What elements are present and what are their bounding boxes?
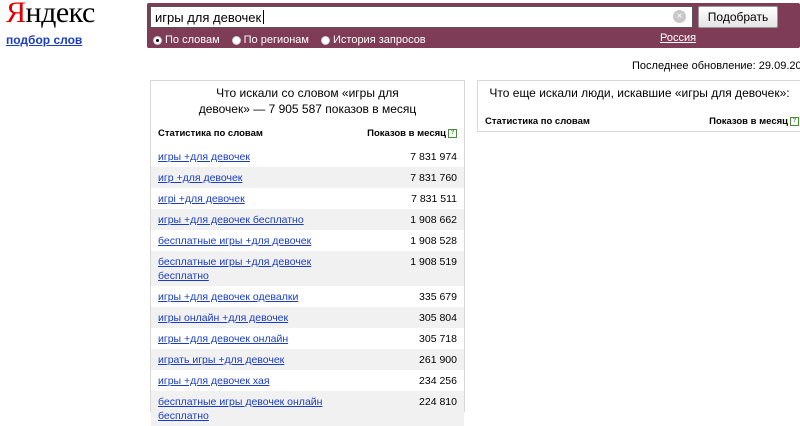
keyword-link[interactable]: играть игры +для девочек	[158, 353, 338, 367]
region-link[interactable]: Россия	[660, 32, 696, 44]
keyword-link[interactable]: игр +для девочек	[158, 171, 338, 185]
table-row: бесплатные игры +для девочек 1 908 528	[151, 230, 464, 251]
logo-first-letter: Я	[6, 0, 26, 29]
search-input[interactable]	[151, 7, 669, 27]
keyword-link[interactable]: бесплатные игры девочек онлайн бесплатно	[158, 395, 338, 423]
impressions-count: 1 908 519	[410, 256, 457, 268]
keyword-link[interactable]: игрі +для девочек	[158, 192, 338, 206]
text-cursor	[263, 10, 264, 24]
panel-title-line: девочек» — 7 905 587 показов в месяц	[198, 102, 417, 116]
yandex-logo[interactable]: Яндекс	[6, 0, 95, 30]
radio-by-regions[interactable]: По регионам	[231, 34, 309, 46]
panel-title: Что искали со словом «игры для девочек» …	[151, 81, 464, 117]
impressions-count: 261 900	[419, 354, 457, 366]
table-row: бесплатные игры девочек онлайн бесплатно…	[151, 391, 464, 426]
impressions-count: 1 908 528	[410, 235, 457, 247]
keyword-link[interactable]: бесплатные игры +для девочек	[158, 234, 338, 248]
col-words-header: Статистика по словам	[485, 116, 590, 127]
table-row: игры +для девочек 7 831 974	[151, 146, 464, 167]
table-row: игры +для девочек хая 234 256	[151, 370, 464, 391]
table-row: игр +для девочек 7 831 760	[151, 167, 464, 188]
table-row: игры +для девочек бесплатно 1 908 662	[151, 209, 464, 230]
impressions-count: 335 679	[419, 291, 457, 303]
radio-by-words[interactable]: По словам	[153, 34, 220, 46]
related-queries-panel: Что еще искали люди, искавшие «игры для …	[477, 80, 800, 132]
impressions-count: 7 831 974	[410, 151, 457, 163]
impressions-count: 305 804	[419, 312, 457, 324]
stats-rows: игры +для девочек 7 831 974 игр +для девоч…	[151, 146, 464, 426]
wordstat-link[interactable]: подбор слов	[6, 33, 82, 47]
col-words-header: Статистика по словам	[158, 128, 263, 139]
keyword-link[interactable]: игры +для девочек бесплатно	[158, 213, 338, 227]
table-row: играть игры +для девочек 261 900	[151, 349, 464, 370]
radio-dot[interactable]	[321, 35, 330, 45]
search-bar: × Подобрать По словам По регионам Истори…	[147, 3, 800, 48]
radio-label: По регионам	[243, 34, 309, 46]
words-stats-panel: Что искали со словом «игры для девочек» …	[150, 80, 465, 426]
panel-title: Что еще искали люди, искавшие «игры для …	[489, 86, 790, 100]
radio-label: По словам	[165, 34, 220, 46]
panel-title-line: Что искали со словом «игры для	[216, 86, 399, 100]
impressions-count: 305 718	[419, 333, 457, 345]
table-header: Статистика по словам Показов в месяц?	[478, 116, 800, 127]
impressions-count: 224 810	[419, 396, 457, 408]
table-row: игры +для девочек онлайн 305 718	[151, 328, 464, 349]
clear-icon[interactable]: ×	[673, 10, 686, 23]
radio-label: История запросов	[333, 34, 426, 46]
table-row: игры +для девочек одевалки 335 679	[151, 286, 464, 307]
keyword-link[interactable]: игры +для девочек	[158, 150, 338, 164]
radio-dot[interactable]	[231, 35, 241, 45]
impressions-count: 1 908 662	[410, 214, 457, 226]
radio-dot-selected[interactable]	[153, 35, 162, 45]
last-updated: Последнее обновление: 29.09.2014	[632, 60, 800, 72]
help-icon[interactable]: ?	[448, 128, 457, 138]
keyword-link[interactable]: игры +для девочек онлайн	[158, 332, 338, 346]
col-count-label: Показов в месяц	[367, 128, 446, 139]
keyword-link[interactable]: бесплатные игры +для девочек бесплатно	[158, 255, 338, 283]
impressions-count: 7 831 511	[411, 193, 457, 205]
table-row: игрі +для девочек 7 831 511	[151, 188, 464, 209]
keyword-link[interactable]: игры +для девочек одевалки	[158, 290, 338, 304]
impressions-count: 234 256	[419, 375, 457, 387]
search-field-wrap: ×	[150, 6, 693, 28]
search-button[interactable]: Подобрать	[698, 6, 778, 28]
radio-query-history[interactable]: История запросов	[321, 34, 426, 46]
keyword-link[interactable]: игры онлайн +для девочек	[158, 311, 338, 325]
search-mode-radios: По словам По регионам История запросов	[153, 32, 438, 48]
col-count-label: Показов в месяц	[709, 116, 788, 127]
table-row: игры онлайн +для девочек 305 804	[151, 307, 464, 328]
col-count-header: Показов в месяц?	[367, 128, 457, 139]
table-header: Статистика по словам Показов в месяц?	[151, 128, 464, 139]
logo-rest: ндекс	[25, 0, 96, 29]
col-count-header: Показов в месяц?	[709, 116, 799, 127]
help-icon[interactable]: ?	[790, 116, 799, 126]
table-row: бесплатные игры +для девочек бесплатно 1 …	[151, 251, 464, 286]
impressions-count: 7 831 760	[410, 172, 457, 184]
keyword-link[interactable]: игры +для девочек хая	[158, 374, 338, 388]
